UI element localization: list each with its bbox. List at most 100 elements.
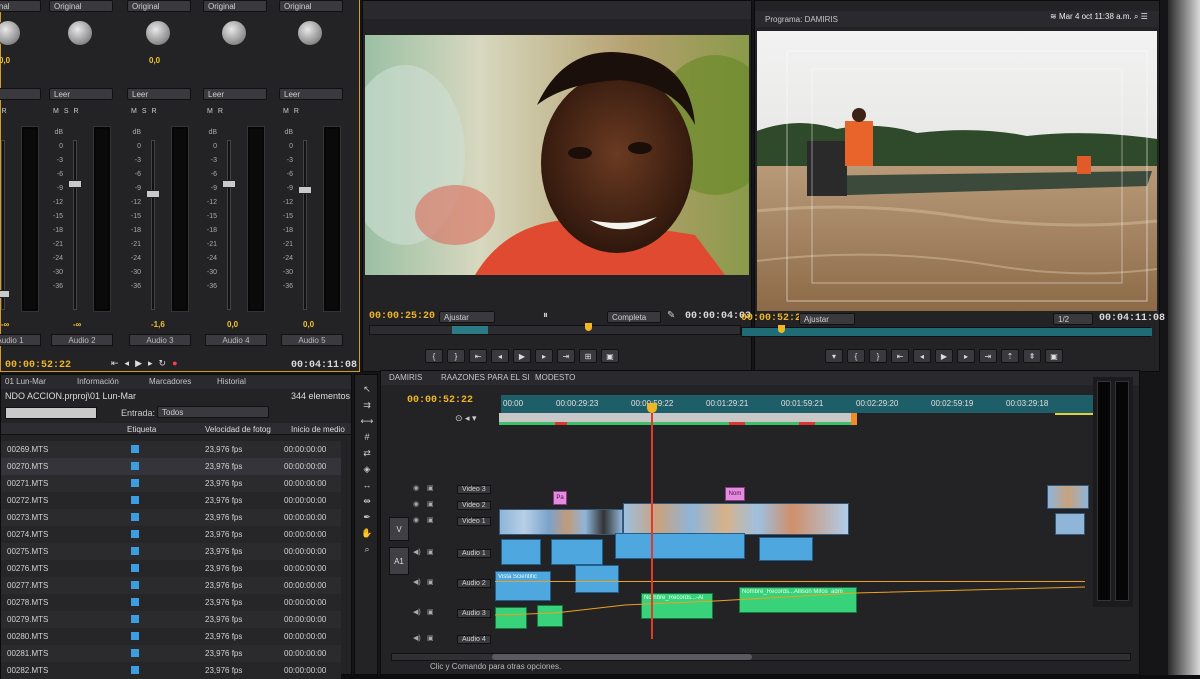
rate-stretch-icon[interactable]: ⇄: [360, 447, 374, 460]
audio-clip[interactable]: [615, 533, 745, 559]
prog-mark-out-button[interactable]: }: [869, 349, 887, 363]
program-quality-dropdown[interactable]: 1/2: [1053, 313, 1093, 325]
razor-icon[interactable]: ◈: [360, 463, 374, 476]
video-clip[interactable]: [1055, 513, 1085, 535]
automation-dropdown[interactable]: Leer: [279, 88, 343, 100]
step-forward-icon[interactable]: ▸: [148, 358, 153, 369]
video-clip[interactable]: [623, 503, 849, 535]
pan-knob-icon[interactable]: [221, 20, 247, 46]
volume-fader-track[interactable]: [1, 140, 5, 310]
loop-icon[interactable]: ↻: [159, 358, 167, 369]
speaker-icon[interactable]: ◀): [413, 548, 421, 556]
timeline-scroll-thumb[interactable]: [492, 654, 752, 660]
insert-button[interactable]: ⊞: [579, 349, 597, 363]
program-monitor-tab[interactable]: Programa: DAMIRIS: [765, 15, 838, 24]
table-row[interactable]: 00269.MTS 23,976 fps 00:00:00:00: [1, 441, 341, 458]
table-row[interactable]: 00276.MTS 23,976 fps 00:00:00:00: [1, 560, 341, 577]
slip-icon[interactable]: ↔: [360, 479, 374, 492]
table-row[interactable]: 00272.MTS 23,976 fps 00:00:00:00: [1, 492, 341, 509]
program-playhead[interactable]: [778, 325, 785, 333]
step-back-icon[interactable]: ◂: [125, 358, 130, 369]
speaker-icon[interactable]: ◀): [413, 608, 421, 616]
volume-fader-track[interactable]: [151, 140, 155, 310]
pan-knob-icon[interactable]: [145, 20, 171, 46]
mute-solo-record[interactable]: MR: [207, 108, 228, 115]
program-scrubber[interactable]: [741, 325, 1152, 337]
title-clip[interactable]: Nom: [725, 487, 745, 501]
slide-icon[interactable]: ⇹: [360, 495, 374, 508]
tab-sequence-modesto[interactable]: MODESTO: [535, 373, 575, 382]
volume-fader-handle[interactable]: [68, 180, 82, 188]
automation-dropdown[interactable]: Leer: [127, 88, 191, 100]
volume-fader-track[interactable]: [303, 140, 307, 310]
go-to-out-button[interactable]: ⇥: [557, 349, 575, 363]
selection-tool-icon[interactable]: ↖: [360, 383, 374, 396]
export-frame-button[interactable]: ▣: [601, 349, 619, 363]
table-row[interactable]: 00279.MTS 23,976 fps 00:00:00:00: [1, 611, 341, 628]
prog-go-in-button[interactable]: ⇤: [891, 349, 909, 363]
timeline-scrollbar[interactable]: [391, 653, 1131, 661]
source-quality-dropdown[interactable]: Completa: [607, 311, 661, 323]
table-row[interactable]: 00282.MTS 23,976 fps 00:00:00:00: [1, 662, 341, 679]
timeline-playhead-handle[interactable]: [647, 403, 657, 413]
entry-dropdown[interactable]: Todos: [157, 406, 269, 418]
extract-button[interactable]: ⇞: [1023, 349, 1041, 363]
lock-icon[interactable]: ▣: [427, 548, 434, 556]
prog-step-back-button[interactable]: ◂: [913, 349, 931, 363]
menu-list-icon[interactable]: ☰: [1141, 12, 1148, 21]
work-area-bar[interactable]: [499, 413, 857, 425]
channel-mode-dropdown[interactable]: Original: [127, 0, 191, 12]
table-row[interactable]: 00270.MTS 23,976 fps 00:00:00:00: [1, 458, 341, 475]
lock-icon[interactable]: ▣: [427, 516, 434, 524]
step-back-button[interactable]: ◂: [491, 349, 509, 363]
track-select-icon[interactable]: ⇉: [360, 399, 374, 412]
video-target-toggle[interactable]: V: [389, 517, 409, 541]
automation-dropdown[interactable]: Leer: [49, 88, 113, 100]
search-icon[interactable]: ⌕: [1134, 12, 1138, 21]
mark-in-button[interactable]: {: [425, 349, 443, 363]
volume-fader-track[interactable]: [227, 140, 231, 310]
lock-icon[interactable]: ▣: [427, 484, 434, 492]
project-search-input[interactable]: [5, 407, 97, 419]
table-row[interactable]: 00273.MTS 23,976 fps 00:00:00:00: [1, 509, 341, 526]
wrench-icon[interactable]: ✎: [667, 310, 675, 321]
prog-export-frame-button[interactable]: ▣: [1045, 349, 1063, 363]
volume-fader-handle[interactable]: [0, 290, 10, 298]
col-frame-rate[interactable]: Velocidad de fotog: [205, 425, 271, 434]
audio-keyframe-curve[interactable]: [495, 583, 1095, 623]
volume-keyframe-line[interactable]: [495, 581, 1085, 582]
lock-icon[interactable]: ▣: [427, 500, 434, 508]
play-button[interactable]: ▶: [513, 349, 531, 363]
rolling-edit-icon[interactable]: #: [360, 431, 374, 444]
tab-sequence-damiris[interactable]: DAMIRIS: [389, 373, 422, 382]
source-playhead[interactable]: [585, 323, 592, 331]
timeline-track-area[interactable]: Pa Nom Vista Scientific Nombre_Records..…: [495, 483, 1115, 643]
snap-icon[interactable]: ⊙ ◂ ▾: [455, 413, 477, 424]
table-row[interactable]: 00274.MTS 23,976 fps 00:00:00:00: [1, 526, 341, 543]
tab-info[interactable]: Información: [77, 377, 119, 386]
col-media-start[interactable]: Inicio de medio: [291, 425, 345, 434]
table-row[interactable]: 00271.MTS 23,976 fps 00:00:00:00: [1, 475, 341, 492]
eye-icon[interactable]: ◉: [413, 484, 419, 492]
lock-icon[interactable]: ▣: [427, 608, 434, 616]
mute-solo-record[interactable]: MR: [283, 108, 304, 115]
col-label[interactable]: Etiqueta: [127, 425, 156, 434]
table-row[interactable]: 00281.MTS 23,976 fps 00:00:00:00: [1, 645, 341, 662]
lock-icon[interactable]: ▣: [427, 634, 434, 642]
prog-go-out-button[interactable]: ⇥: [979, 349, 997, 363]
source-fit-dropdown[interactable]: Ajustar: [439, 311, 495, 323]
tab-markers[interactable]: Marcadores: [149, 377, 191, 386]
channel-mode-dropdown[interactable]: Original: [279, 0, 343, 12]
audio-clip[interactable]: [759, 537, 813, 561]
mark-out-button[interactable]: }: [447, 349, 465, 363]
source-scrubber[interactable]: [369, 323, 741, 335]
time-ruler[interactable]: 00:0000:00:29:2300:00:59:2200:01:29:2100…: [501, 395, 1101, 413]
mute-solo-record[interactable]: MSR: [131, 108, 162, 115]
video-clip[interactable]: [499, 509, 623, 535]
go-in-icon[interactable]: ⇤: [111, 358, 119, 369]
work-area-end[interactable]: [851, 413, 857, 425]
title-clip[interactable]: Pa: [553, 491, 567, 505]
automation-dropdown[interactable]: Leer: [203, 88, 267, 100]
ripple-edit-icon[interactable]: ⟷: [360, 415, 374, 428]
prog-step-forward-button[interactable]: ▸: [957, 349, 975, 363]
